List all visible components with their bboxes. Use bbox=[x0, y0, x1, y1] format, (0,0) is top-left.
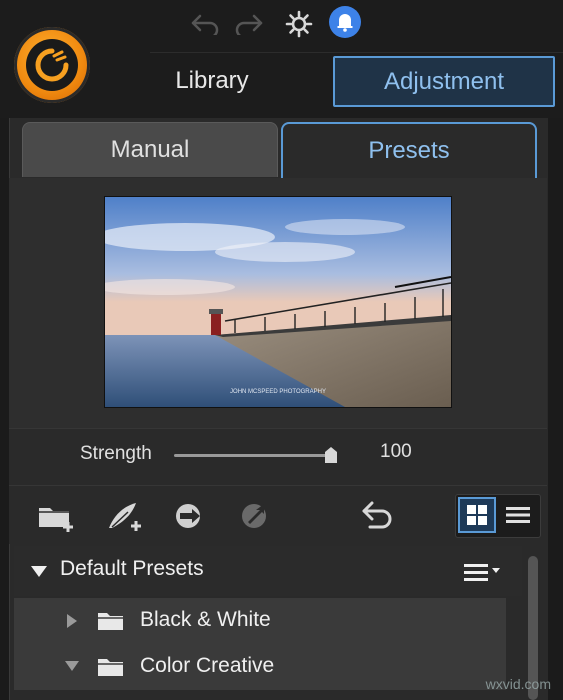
folder-icon bbox=[98, 613, 123, 630]
preset-folder-label: Color Creative bbox=[140, 654, 275, 677]
preset-folder-label: Black & White bbox=[140, 608, 271, 631]
tab-presets[interactable]: Presets bbox=[281, 122, 537, 178]
redo-icon[interactable] bbox=[232, 8, 266, 40]
import-preset-icon[interactable] bbox=[168, 496, 212, 536]
undo-icon[interactable] bbox=[188, 8, 222, 40]
strength-slider-thumb[interactable] bbox=[324, 446, 338, 464]
divider bbox=[150, 52, 563, 53]
expand-right-icon[interactable] bbox=[66, 613, 78, 629]
preset-preview-image: JOHN MCSPEED PHOTOGRAPHY bbox=[104, 196, 452, 408]
list-view-button[interactable] bbox=[499, 497, 537, 533]
strength-slider-track[interactable] bbox=[174, 454, 334, 457]
preview-watermark: JOHN MCSPEED PHOTOGRAPHY bbox=[230, 389, 326, 395]
app-logo bbox=[14, 27, 90, 103]
preset-folder-color-creative[interactable]: Color Creative bbox=[14, 644, 506, 690]
preset-group-default[interactable]: Default Presets bbox=[14, 546, 522, 596]
folder-icon bbox=[98, 659, 123, 676]
preset-folder-black-white[interactable]: Black & White bbox=[14, 598, 506, 644]
add-preset-icon[interactable] bbox=[102, 496, 146, 536]
preset-group-label: Default Presets bbox=[60, 557, 204, 580]
expand-down-icon[interactable] bbox=[64, 660, 80, 672]
site-watermark: wxvid.com bbox=[485, 676, 551, 692]
grid-view-button[interactable] bbox=[458, 497, 496, 533]
settings-gear-icon[interactable] bbox=[282, 8, 316, 40]
tab-adjustment[interactable]: Adjustment bbox=[333, 56, 555, 107]
tab-library[interactable]: Library bbox=[150, 56, 274, 106]
expand-down-icon[interactable] bbox=[30, 564, 48, 578]
notification-bell-icon[interactable] bbox=[328, 6, 362, 38]
export-preset-icon bbox=[234, 496, 278, 536]
grid-icon bbox=[467, 505, 487, 525]
group-menu-icon[interactable] bbox=[464, 562, 504, 584]
reset-icon[interactable] bbox=[356, 496, 400, 536]
strength-value: 100 bbox=[380, 441, 412, 462]
strength-label: Strength bbox=[80, 443, 152, 464]
tab-manual[interactable]: Manual bbox=[22, 122, 278, 177]
new-folder-icon[interactable] bbox=[34, 496, 78, 536]
logo-mark-icon bbox=[35, 48, 69, 82]
list-icon bbox=[506, 507, 530, 523]
